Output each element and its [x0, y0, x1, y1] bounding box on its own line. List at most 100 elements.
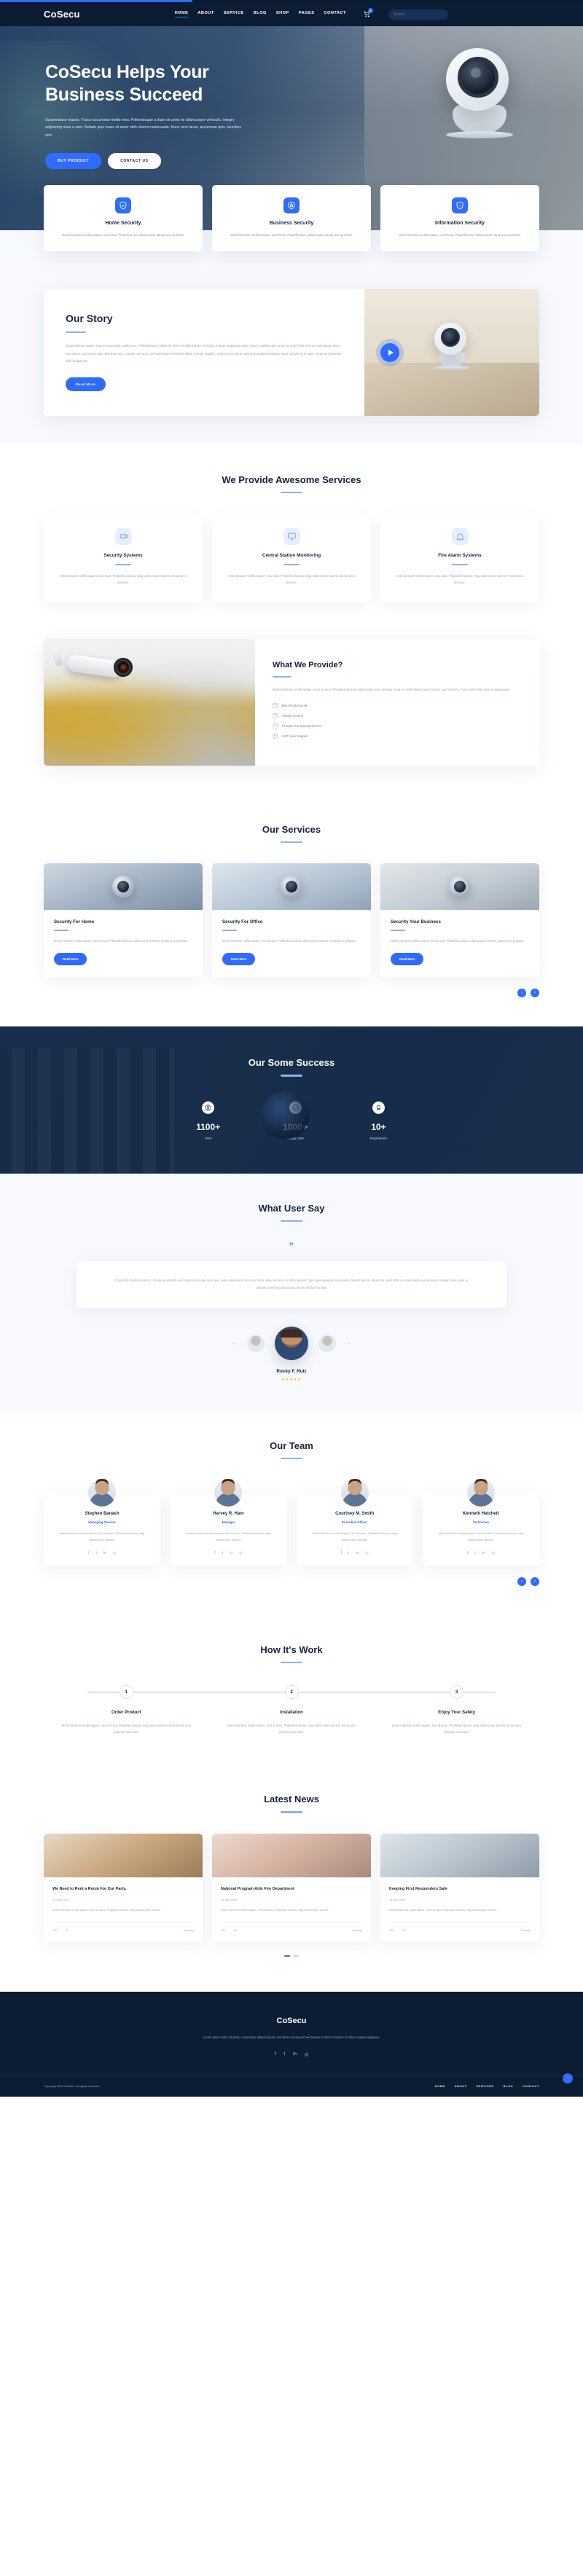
linkedin-icon[interactable]: in	[356, 1551, 359, 1555]
twitter-icon[interactable]: t	[95, 1551, 96, 1555]
linkedin-icon[interactable]: in	[482, 1551, 485, 1555]
carousel-next-button[interactable]: ›	[531, 1577, 539, 1586]
service-item-title: Security For Office	[222, 919, 263, 925]
feature-card-business-security[interactable]: Business Security Morbi interdum mollis …	[212, 185, 371, 252]
avatar-inactive[interactable]	[318, 1334, 336, 1352]
nav-item-blog[interactable]: BLOG	[254, 11, 267, 17]
facebook-icon[interactable]: f	[88, 1551, 89, 1555]
carousel-next-button[interactable]: ›	[531, 989, 539, 998]
service-card-central-station-monitoring[interactable]: Central Station Monitoring Orbi interdum…	[212, 514, 371, 602]
nav-item-contact[interactable]: CONTACT	[324, 11, 345, 17]
footer-link-blog[interactable]: BLOG	[504, 2084, 514, 2088]
avatar-inactive[interactable]	[247, 1334, 265, 1352]
service-title: Security Systems	[103, 553, 143, 559]
search-icon[interactable]	[442, 12, 443, 17]
nav-item-pages[interactable]: PAGES	[299, 11, 315, 17]
facebook-icon[interactable]: f	[341, 1551, 342, 1555]
news-tag[interactable]: Security	[520, 1929, 531, 1932]
team-member-card[interactable]: Harvey R. Ham Manager Morbi interdum mol…	[170, 1479, 287, 1566]
twitter-icon[interactable]: t	[222, 1551, 223, 1555]
scroll-to-top-button[interactable]: ↑	[563, 2073, 573, 2084]
avatar-active[interactable]	[275, 1326, 308, 1360]
testimonial-prev-button[interactable]: ←	[231, 1340, 237, 1346]
news-tag[interactable]: Security	[352, 1929, 362, 1932]
main-navigation: HOME ABOUT SERVICE BLOG SHOP PAGES CONTA…	[174, 8, 448, 20]
carousel-prev-button[interactable]: ‹	[517, 989, 526, 998]
news-card[interactable]: National Program Aids Fire Department 14…	[212, 1833, 371, 1942]
security-camera-icon	[114, 528, 132, 546]
feature-card-information-security[interactable]: Information Security Morbi interdum moll…	[380, 185, 539, 252]
buy-product-button[interactable]: BUY PRODUCT	[45, 153, 102, 170]
search-box[interactable]	[388, 9, 448, 20]
read-more-button[interactable]: Read More	[222, 953, 256, 966]
title-underline	[281, 491, 302, 494]
nav-item-about[interactable]: ABOUT	[197, 11, 214, 17]
read-more-button[interactable]: Read More	[391, 953, 424, 966]
news-card[interactable]: We Need to Rent a Room For Our Party. 12…	[44, 1833, 203, 1942]
step-number: 2	[284, 1685, 299, 1700]
news-card[interactable]: Keeping First Responders Safe 16 Aug 201…	[380, 1833, 539, 1942]
team-member-card[interactable]: Kenneth Hatchett Technician Morbi interd…	[422, 1479, 539, 1566]
pagination-dot-active[interactable]	[284, 1955, 290, 1957]
nav-item-service[interactable]: SERVICE	[224, 11, 244, 17]
news-meta: 120 10 Security	[221, 1921, 362, 1932]
quote-icon: ❞	[289, 1241, 294, 1252]
team-member-card[interactable]: Stephen Banach Managing Director Morbi i…	[44, 1479, 161, 1566]
brand-logo[interactable]: CoSecu	[44, 9, 80, 20]
service-item-card[interactable]: Security For Home Morbi interdum mollis …	[44, 863, 203, 978]
instagram-icon[interactable]: ◎	[365, 1551, 368, 1555]
video-play-button[interactable]	[380, 342, 399, 362]
section-title: How It's Work	[260, 1644, 323, 1655]
feature-text: Morbi interdum mollis sapien. Sed risus.…	[399, 233, 521, 237]
testimonial-author-name: Rocky F. Ruiz	[276, 1368, 307, 1374]
feature-card-home-security[interactable]: Home Security Morbi interdum mollis sapi…	[44, 185, 203, 252]
news-tag[interactable]: Security	[184, 1929, 194, 1932]
linkedin-icon[interactable]: in	[103, 1551, 106, 1555]
story-read-more-button[interactable]: Read More	[66, 377, 106, 391]
nav-item-shop[interactable]: SHOP	[276, 11, 289, 17]
stat-number: 10+	[371, 1121, 386, 1132]
hero-title: CoSecu Helps Your Business Succeed	[45, 61, 306, 107]
testimonial-card: Consectet mattimo auctor, ut lorem euism…	[77, 1261, 506, 1308]
facebook-icon[interactable]: f	[214, 1551, 215, 1555]
testimonial-quote: Consectet mattimo auctor, ut lorem euism…	[114, 1279, 469, 1289]
story-image	[364, 289, 539, 416]
service-card-fire-alarm-systems[interactable]: Fire Alarm Systems Orbi interdum mollis …	[380, 514, 539, 602]
play-icon	[388, 349, 394, 356]
contact-us-button[interactable]: CONTACT US	[108, 153, 161, 170]
team-section: Our Team Stephen Banach Managing Directo…	[0, 1411, 583, 1615]
step-title: Enjoy Your Safety	[438, 1711, 476, 1716]
linkedin-icon[interactable]: in	[293, 2052, 297, 2057]
service-card-security-systems[interactable]: Security Systems Orbi interdum mollis sa…	[44, 514, 203, 602]
footer-link-about[interactable]: ABOUT	[455, 2084, 467, 2088]
twitter-icon[interactable]: t	[284, 2052, 286, 2057]
service-item-card[interactable]: Security Your Business Morbi interdum mo…	[380, 863, 539, 978]
twitter-icon[interactable]: t	[474, 1551, 475, 1555]
facebook-icon[interactable]: f	[467, 1551, 468, 1555]
instagram-icon[interactable]: ◎	[492, 1551, 495, 1555]
footer-link-home[interactable]: HOME	[435, 2084, 445, 2088]
testimonial-next-button[interactable]: →	[346, 1340, 352, 1346]
footer-link-services[interactable]: SERVICES	[477, 2084, 494, 2088]
nav-item-home[interactable]: HOME	[174, 11, 189, 17]
footer-brand[interactable]: CoSecu	[0, 2017, 583, 2025]
instagram-icon[interactable]: ◎	[305, 2052, 308, 2057]
section-title: What User Say	[258, 1202, 325, 1214]
instagram-icon[interactable]: ◎	[239, 1551, 242, 1555]
pagination-dot[interactable]	[293, 1955, 299, 1957]
linkedin-icon[interactable]: in	[230, 1551, 232, 1555]
twitter-icon[interactable]: t	[348, 1551, 349, 1555]
footer-link-contact[interactable]: CONTACT	[523, 2084, 539, 2088]
search-input[interactable]	[393, 12, 442, 17]
title-underline	[283, 564, 300, 566]
carousel-prev-button[interactable]: ‹	[517, 1577, 526, 1586]
cart-button[interactable]: 2	[364, 8, 373, 17]
news-pagination-dots	[44, 1955, 539, 1957]
member-name: Harvey R. Ham	[213, 1512, 244, 1517]
avatar	[88, 1479, 117, 1507]
read-more-button[interactable]: Read More	[54, 953, 87, 966]
facebook-icon[interactable]: f	[275, 2052, 276, 2057]
team-member-card[interactable]: Courtney M. Smith Executive Officer Morb…	[296, 1479, 413, 1566]
service-item-card[interactable]: Security For Office Morbi interdum molli…	[212, 863, 371, 978]
instagram-icon[interactable]: ◎	[113, 1551, 116, 1555]
